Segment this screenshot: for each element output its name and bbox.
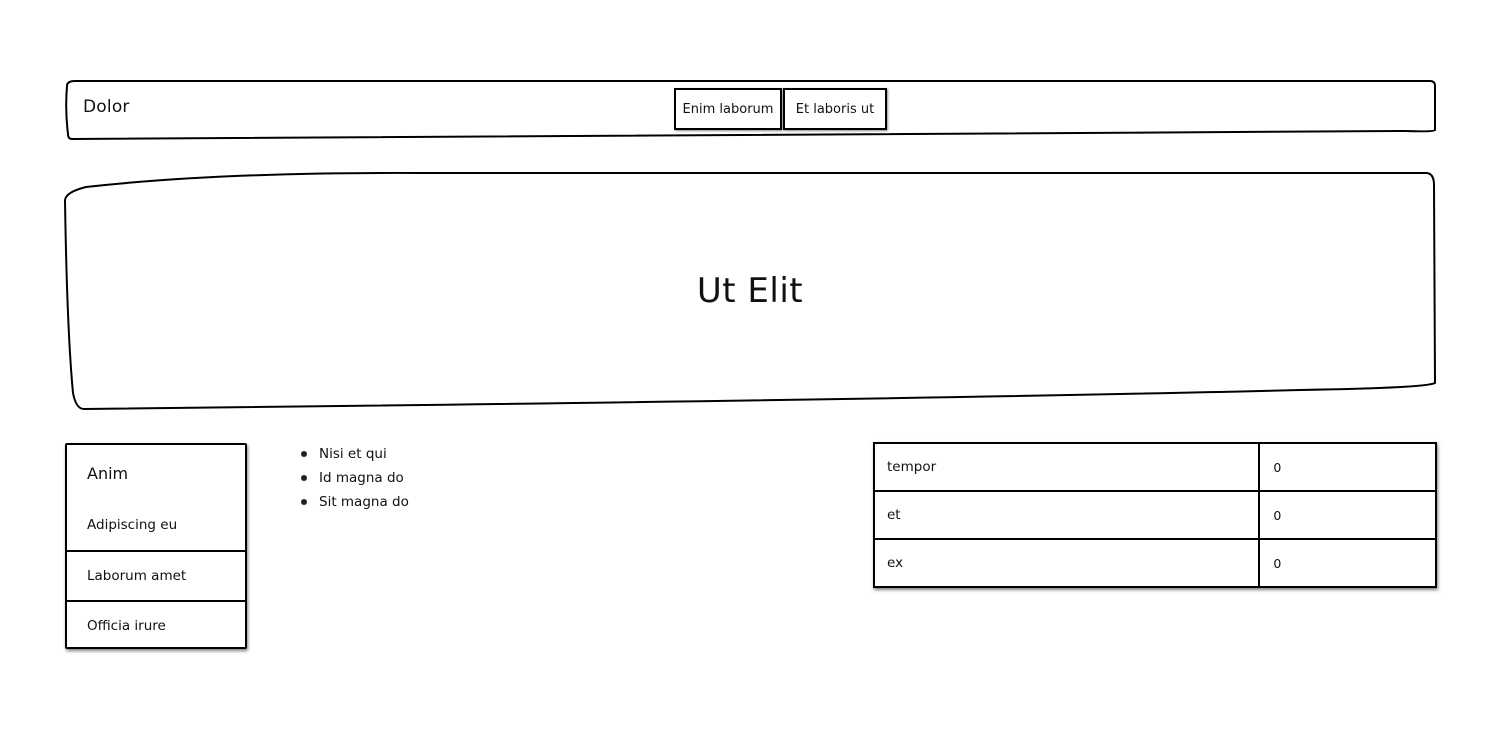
sidebar-item-label: Adipiscing eu [87, 517, 178, 533]
bullet-icon [301, 475, 307, 481]
table-cell-key: et [872, 490, 1261, 540]
table-row: ex 0 [872, 538, 1437, 588]
sidebar-menu: Anim Adipiscing eu Laborum amet Officia … [65, 443, 247, 649]
brand-label: Dolor [83, 97, 130, 117]
table-cell-key: ex [872, 538, 1261, 588]
list-item: Nisi et qui [300, 444, 409, 468]
sidebar-item-label: Officia irure [87, 618, 166, 634]
hero-banner: Ut Elit [64, 173, 1436, 409]
sidebar-item-label: Laborum amet [87, 568, 187, 584]
list-item-text: Sit magna do [319, 494, 409, 510]
bullet-icon [301, 499, 307, 505]
table-cell-key: tempor [872, 442, 1261, 492]
bullet-icon [301, 451, 307, 457]
table-cell-value: 0 [1258, 490, 1437, 540]
sidebar-item-laborum-amet[interactable]: Laborum amet [67, 550, 245, 600]
nav-button-enim-laborum[interactable]: Enim laborum [674, 88, 782, 130]
hero-title: Ut Elit [696, 271, 804, 311]
table-cell-value: 0 [1258, 442, 1437, 492]
table-cell-value: 0 [1258, 538, 1437, 588]
top-navbar: Dolor Enim laborum Et laboris ut [64, 81, 1436, 139]
sidebar-item-adipiscing-eu[interactable]: Adipiscing eu [67, 500, 245, 550]
data-table: tempor 0 et 0 ex 0 [872, 442, 1437, 588]
table-row: et 0 [872, 490, 1437, 540]
list-item-text: Id magna do [319, 470, 404, 486]
sidebar-title: Anim [87, 464, 129, 483]
bullet-list: Nisi et qui Id magna do Sit magna do [300, 444, 409, 516]
nav-button-et-laboris-ut[interactable]: Et laboris ut [783, 88, 887, 130]
table-row: tempor 0 [872, 442, 1437, 492]
list-item: Id magna do [300, 468, 409, 492]
list-item: Sit magna do [300, 492, 409, 516]
list-item-text: Nisi et qui [319, 446, 387, 462]
sidebar-item-officia-irure[interactable]: Officia irure [67, 600, 245, 650]
